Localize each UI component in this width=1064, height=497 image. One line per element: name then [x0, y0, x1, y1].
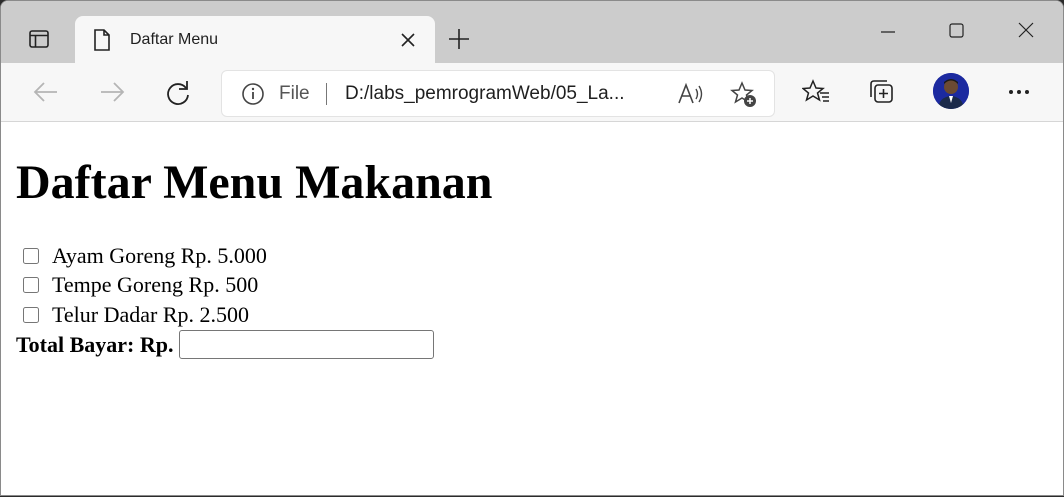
- address-separator: [326, 83, 327, 105]
- minimize-icon[interactable]: [879, 21, 897, 39]
- menu-item-checkbox[interactable]: [23, 248, 39, 264]
- scheme-label: File: [279, 83, 310, 104]
- tab-daftar-menu[interactable]: Daftar Menu: [75, 16, 435, 63]
- menu-item-label: Telur Dadar Rp. 2.500: [52, 302, 250, 327]
- address-bar[interactable]: File D:/labs_pemrogramWeb/05_La...: [221, 70, 775, 117]
- favorites-icon[interactable]: [802, 79, 830, 105]
- tab-title: Daftar Menu: [130, 31, 219, 48]
- total-row: Total Bayar: Rp.: [16, 330, 435, 359]
- close-window-icon[interactable]: [1017, 21, 1035, 39]
- read-aloud-icon[interactable]: [677, 81, 705, 107]
- profile-avatar[interactable]: [933, 73, 969, 109]
- tab-strip: Daftar Menu: [1, 1, 1063, 63]
- forward-arrow-icon[interactable]: [98, 79, 126, 105]
- menu-item-label: Tempe Goreng Rp. 500: [52, 272, 259, 297]
- menu-item-label: Ayam Goreng Rp. 5.000: [52, 243, 267, 268]
- toolbar: File D:/labs_pemrogramWeb/05_La...: [1, 63, 1063, 122]
- info-icon[interactable]: [241, 82, 265, 106]
- menu-item-tempe-goreng[interactable]: Tempe Goreng Rp. 500: [21, 272, 259, 297]
- page-content: Daftar Menu Makanan Ayam Goreng Rp. 5.00…: [1, 122, 1063, 495]
- collections-icon[interactable]: [868, 79, 896, 105]
- profile-avatar-icon: [933, 73, 969, 109]
- close-tab-icon[interactable]: [400, 32, 416, 48]
- tab-actions-icon: [29, 30, 49, 48]
- browser-window: Daftar Menu File D:/labs_pemrogramWeb/05…: [0, 0, 1064, 496]
- total-input[interactable]: [179, 330, 435, 359]
- back-arrow-icon[interactable]: [32, 79, 60, 105]
- menu-item-checkbox[interactable]: [23, 307, 39, 323]
- more-options-icon[interactable]: [1006, 79, 1032, 105]
- menu-item-ayam-goreng[interactable]: Ayam Goreng Rp. 5.000: [21, 243, 267, 268]
- page-icon: [94, 29, 110, 51]
- tab-actions-button[interactable]: [17, 21, 61, 57]
- new-tab-icon[interactable]: [447, 27, 471, 51]
- menu-item-telur-dadar[interactable]: Telur Dadar Rp. 2.500: [21, 302, 250, 327]
- url-text[interactable]: D:/labs_pemrogramWeb/05_La...: [345, 83, 625, 105]
- refresh-icon[interactable]: [164, 79, 192, 107]
- total-label: Total Bayar: Rp.: [16, 331, 174, 357]
- maximize-icon[interactable]: [948, 21, 966, 39]
- page-title: Daftar Menu Makanan: [16, 156, 493, 209]
- add-favorite-icon[interactable]: [730, 81, 758, 109]
- menu-item-checkbox[interactable]: [23, 277, 39, 293]
